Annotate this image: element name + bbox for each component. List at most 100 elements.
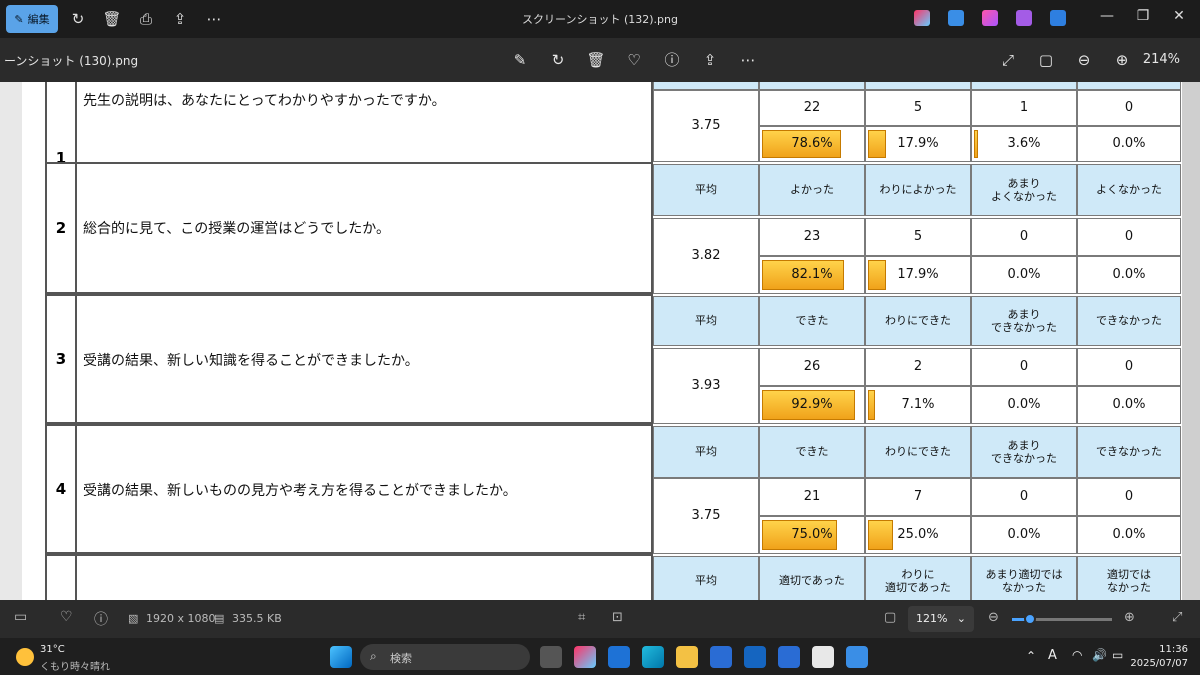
- header-cell: わりにできた: [865, 426, 971, 478]
- delete-icon[interactable]: 🗑: [586, 50, 606, 70]
- expand-icon[interactable]: ⤢: [998, 50, 1018, 70]
- percent-cell: 17.9%: [865, 126, 971, 162]
- photos-icon[interactable]: [846, 646, 868, 668]
- info-icon[interactable]: ⓘ: [94, 609, 108, 629]
- question-text: 受講の結果、新しいものの見方や考え方を得ることができましたか。: [83, 483, 517, 499]
- teams-icon[interactable]: [710, 646, 732, 668]
- percent-label: 0.0%: [1112, 527, 1146, 543]
- terminal-icon[interactable]: [812, 646, 834, 668]
- percent-label: 92.9%: [791, 397, 833, 413]
- zoom-dropdown[interactable]: 121% ⌄: [908, 606, 974, 632]
- favorite-icon[interactable]: ♡: [60, 609, 73, 625]
- question-row: 4 受講の結果、新しいものの見方や考え方を得ることができましたか。: [45, 424, 653, 554]
- filmstrip-icon[interactable]: ▭: [14, 609, 27, 625]
- inner-file-title: ーンショット (130).png: [4, 54, 139, 68]
- zoom-out-icon[interactable]: ⊖: [1074, 50, 1094, 70]
- taskbar: 31°C くもり時々晴れ ⌕ 検索 ⌃ A ◠ 🔊 ▭ 11:36 2025/0…: [0, 638, 1200, 675]
- percent-label: 0.0%: [1112, 136, 1146, 152]
- zoom-slider-thumb[interactable]: [1024, 613, 1036, 625]
- count-cell: 0: [971, 348, 1077, 386]
- restore-icon[interactable]: ❐: [1128, 8, 1158, 28]
- count-cell: 2: [865, 348, 971, 386]
- designer-icon[interactable]: [948, 10, 964, 26]
- clock-date: 2025/07/07: [1130, 658, 1188, 669]
- image-viewport[interactable]: 1 先生の説明は、あなたにとってわかりやすかったですか。 3.75 22 5 1…: [0, 82, 1200, 600]
- teams-work-icon[interactable]: [778, 646, 800, 668]
- percent-cell: 3.6%: [971, 126, 1077, 162]
- task-view-icon[interactable]: [540, 646, 562, 668]
- percent-bar: [868, 130, 886, 158]
- rotate-icon[interactable]: ↻: [548, 50, 568, 70]
- outlook-icon[interactable]: [608, 646, 630, 668]
- store-icon[interactable]: [744, 646, 766, 668]
- header-cell: できた: [759, 296, 865, 346]
- search-placeholder: 検索: [390, 652, 412, 665]
- share-icon[interactable]: ⇪: [700, 50, 720, 70]
- inner-viewer-toolbar: ーンショット (130).png ✎ ↻ 🗑 ♡ ⓘ ⇪ ⋯ ⤢ ▢ ⊖ ⊕ 2…: [0, 38, 1200, 82]
- header-cell: よかった: [759, 164, 865, 216]
- zoom-out-icon[interactable]: ⊖: [988, 610, 999, 625]
- zoom-in-icon[interactable]: ⊕: [1112, 50, 1132, 70]
- wifi-icon[interactable]: ◠: [1072, 648, 1082, 662]
- taskbar-search[interactable]: ⌕ 検索: [360, 644, 530, 670]
- percent-label: 25.0%: [897, 527, 939, 543]
- close-icon[interactable]: ✕: [1164, 8, 1194, 28]
- header-cell: 平均: [653, 426, 759, 478]
- average-value: 3.82: [653, 218, 759, 294]
- question-row: 3 受講の結果、新しい知識を得ることができましたか。: [45, 294, 653, 424]
- copilot-icon[interactable]: [914, 10, 930, 26]
- question-text: 先生の説明は、あなたにとってわかりやすかったですか。: [83, 93, 446, 109]
- question-text: 総合的に見て、この授業の運営はどうでしたか。: [83, 221, 391, 237]
- info-icon[interactable]: ⓘ: [662, 50, 682, 70]
- weather-desc: くもり時々晴れ: [40, 662, 110, 673]
- battery-icon[interactable]: ▭: [1112, 648, 1123, 662]
- clipchamp-icon[interactable]: [982, 10, 998, 26]
- percent-label: 0.0%: [1007, 397, 1041, 413]
- count-cell: 1: [971, 90, 1077, 126]
- percent-cell: 0.0%: [1077, 386, 1181, 424]
- inner-zoom-level: 214%: [1142, 52, 1180, 67]
- start-icon[interactable]: [330, 646, 352, 668]
- count-cell: 0: [1077, 348, 1181, 386]
- copilot-icon[interactable]: [574, 646, 596, 668]
- filesize-icon: ▤: [214, 612, 225, 625]
- count-cell: 0: [971, 218, 1077, 256]
- chevron-up-icon[interactable]: ⌃: [1026, 649, 1036, 663]
- question-number: [47, 556, 77, 600]
- percent-label: 3.6%: [1007, 136, 1041, 152]
- fullscreen-icon[interactable]: ⤢: [1172, 610, 1182, 625]
- more-icon[interactable]: ⋯: [738, 50, 758, 70]
- volume-icon[interactable]: 🔊: [1092, 648, 1107, 662]
- weather-icon[interactable]: [16, 648, 34, 666]
- favorite-icon[interactable]: ♡: [624, 50, 644, 70]
- percent-label: 17.9%: [897, 136, 939, 152]
- percent-label: 17.9%: [897, 267, 939, 283]
- header-cell: あまり できなかった: [971, 296, 1077, 346]
- question-number: 3: [47, 296, 77, 422]
- header-cell: できた: [759, 426, 865, 478]
- crop-icon[interactable]: ⌗: [578, 610, 585, 625]
- ime-indicator[interactable]: A: [1048, 648, 1057, 663]
- clock[interactable]: 11:36 2025/07/07: [1130, 643, 1188, 671]
- edge-icon[interactable]: [642, 646, 664, 668]
- fit-icon[interactable]: ▢: [1036, 50, 1056, 70]
- status-bar: ▭ ♡ ⓘ ▧ 1920 x 1080 ▤ 335.5 KB ⌗ ⊡ ▢ 121…: [0, 600, 1200, 638]
- fit-window-icon[interactable]: ▢: [884, 610, 896, 625]
- minimize-icon[interactable]: —: [1092, 8, 1122, 28]
- edit-image-icon[interactable]: ✎: [510, 50, 530, 70]
- title-bar: ✎ 編集 ↻ 🗑 ⎙ ⇪ ⋯ スクリーンショット (132).png — ❐ ✕: [0, 0, 1200, 38]
- zoom-in-icon[interactable]: ⊕: [1124, 610, 1135, 625]
- scan-text-icon[interactable]: ⊡: [612, 610, 623, 625]
- onedrive-icon[interactable]: [1050, 10, 1066, 26]
- studio-icon[interactable]: [1016, 10, 1032, 26]
- header-cell: 平均: [653, 556, 759, 600]
- file-explorer-icon[interactable]: [676, 646, 698, 668]
- zoom-slider[interactable]: [1012, 613, 1112, 625]
- question-row: 2 総合的に見て、この授業の運営はどうでしたか。: [45, 162, 653, 294]
- percent-label: 0.0%: [1007, 527, 1041, 543]
- percent-cell: 78.6%: [759, 126, 865, 162]
- chevron-down-icon: ⌄: [956, 612, 966, 625]
- percent-bar: [868, 390, 875, 420]
- average-value: 3.93: [653, 348, 759, 424]
- count-cell: 21: [759, 478, 865, 516]
